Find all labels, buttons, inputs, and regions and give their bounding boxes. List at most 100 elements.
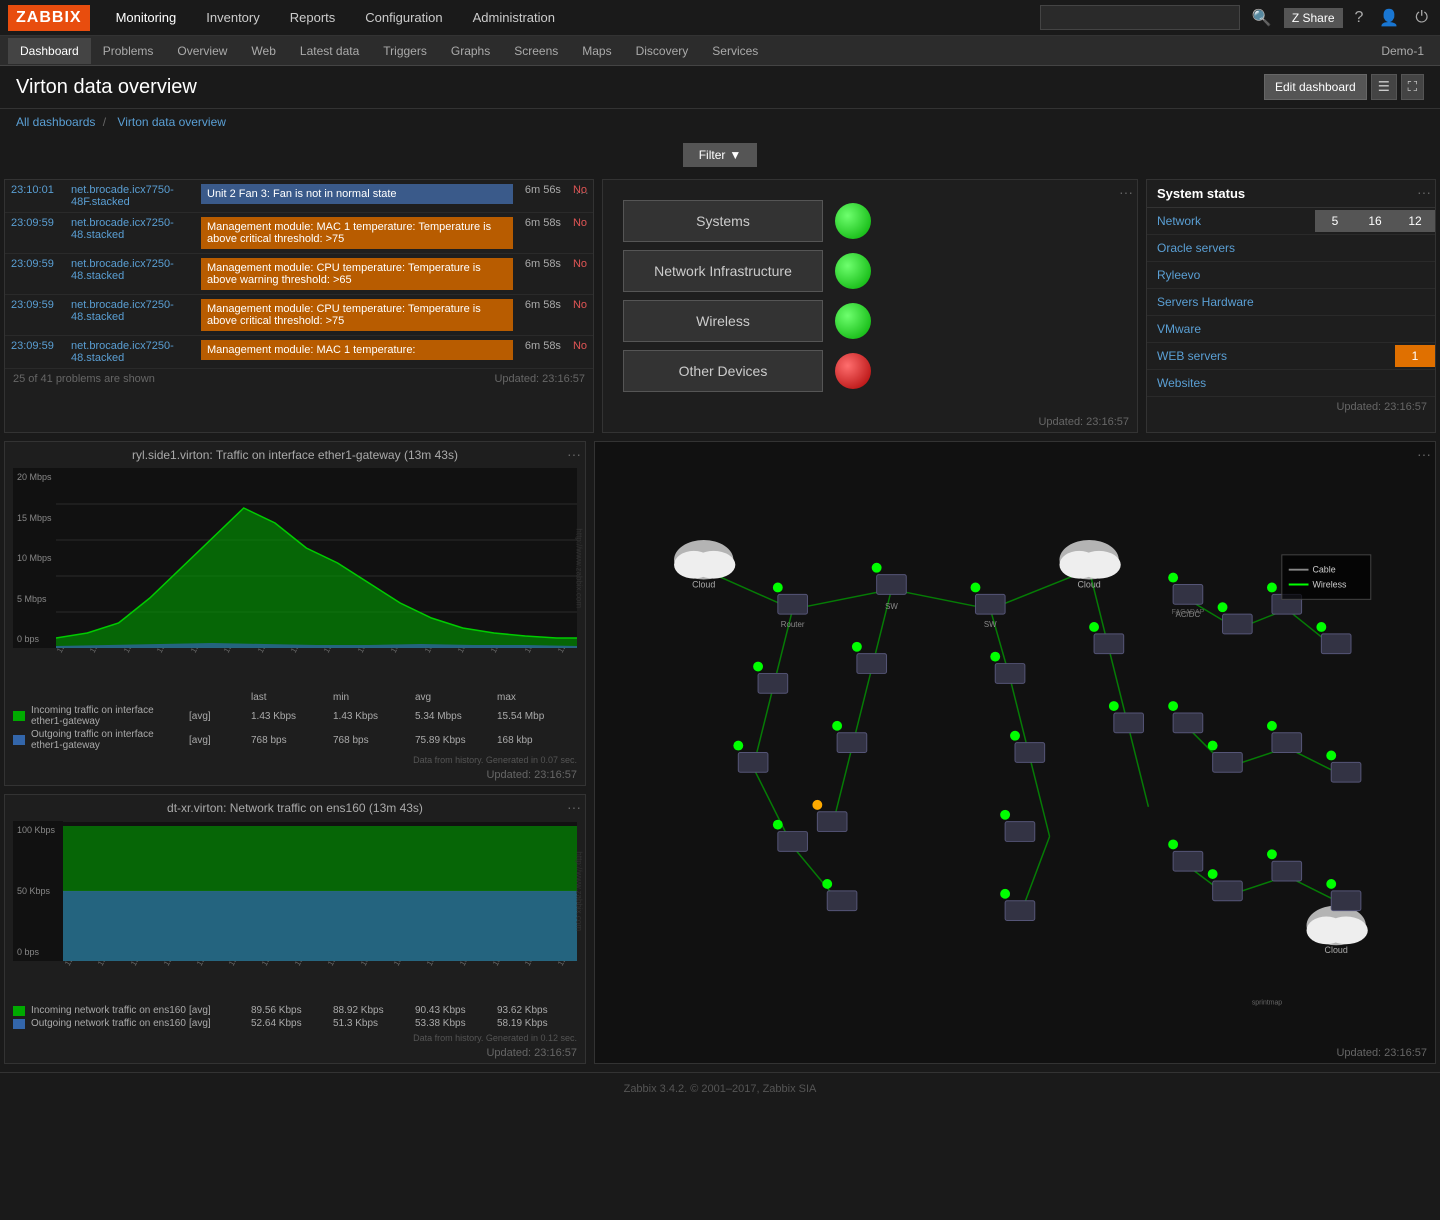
- graph1-area: 20 Mbps 15 Mbps 10 Mbps 5 Mbps 0 bps: [13, 468, 577, 648]
- host-cell[interactable]: net.brocade.icx7250-48.stacked: [65, 295, 195, 336]
- subnav-web[interactable]: Web: [239, 38, 287, 64]
- graph1-svg: [56, 468, 577, 648]
- graph2-legend: Incoming network traffic on ens160 [avg]…: [5, 1001, 585, 1033]
- subnav-discovery[interactable]: Discovery: [624, 38, 701, 64]
- host-cell[interactable]: net.brocade.icx7250-48.stacked: [65, 213, 195, 254]
- status-overview-panel-menu[interactable]: ···: [1119, 184, 1133, 200]
- search-input[interactable]: [1040, 5, 1240, 30]
- status-wireless-button[interactable]: Wireless: [623, 300, 823, 342]
- nav-configuration[interactable]: Configuration: [351, 4, 456, 31]
- netmap-panel-menu[interactable]: ···: [1417, 446, 1431, 462]
- status-network-indicator: [835, 253, 871, 289]
- nav-administration[interactable]: Administration: [459, 4, 569, 31]
- legend-last2: 89.56 Kbps: [251, 1005, 331, 1016]
- duration-cell: 6m 58s: [519, 336, 567, 369]
- search-icon[interactable]: 🔍: [1248, 4, 1276, 32]
- legend-max-out2: 58.19 Kbps: [497, 1018, 577, 1029]
- y-label: 0 bps: [17, 947, 59, 957]
- subnav-screens[interactable]: Screens: [502, 38, 570, 64]
- page-header-actions: Edit dashboard ☰ ⛶: [1264, 74, 1424, 100]
- legend-label: Incoming traffic on interface ether1-gat…: [31, 705, 187, 727]
- network-map-panel: ···: [594, 441, 1436, 1064]
- y-label: 5 Mbps: [17, 594, 52, 604]
- system-status-panel-menu[interactable]: ···: [1417, 184, 1431, 200]
- subnav-dashboard[interactable]: Dashboard: [8, 38, 91, 64]
- legend-type-out2: [avg]: [189, 1018, 249, 1029]
- help-icon[interactable]: ?: [1351, 5, 1368, 31]
- problem-cell: Management module: CPU temperature: Temp…: [201, 299, 513, 331]
- ss-name-servers[interactable]: Servers Hardware: [1147, 289, 1435, 315]
- map-legend: Cable Wireless: [1282, 555, 1371, 599]
- legend-row-incoming: Incoming traffic on interface ether1-gat…: [13, 705, 577, 727]
- problems-updated: Updated: 23:16:57: [486, 369, 593, 389]
- legend-label: Outgoing traffic on interface ether1-gat…: [31, 729, 187, 751]
- svg-text:Router: Router: [781, 620, 805, 629]
- ss-name-vmware[interactable]: VMware: [1147, 316, 1435, 342]
- nav-monitoring[interactable]: Monitoring: [102, 4, 191, 31]
- nav-inventory[interactable]: Inventory: [192, 4, 273, 31]
- host-cell[interactable]: net.brocade.icx7250-48.stacked: [65, 254, 195, 295]
- status-network-button[interactable]: Network Infrastructure: [623, 250, 823, 292]
- fullscreen-button[interactable]: ⛶: [1401, 74, 1424, 100]
- ss-row-servers: Servers Hardware: [1147, 289, 1435, 316]
- power-icon[interactable]: ⏻: [1411, 5, 1432, 31]
- host-cell[interactable]: net.brocade.icx7750-48F.stacked: [65, 180, 195, 213]
- nav-reports[interactable]: Reports: [276, 4, 350, 31]
- svg-text:Cable: Cable: [1312, 565, 1335, 575]
- ss-name-ryleevo[interactable]: Ryleevo: [1147, 262, 1435, 288]
- list-view-button[interactable]: ☰: [1371, 74, 1397, 100]
- breadcrumb-all-dashboards[interactable]: All dashboards: [16, 115, 95, 129]
- status-updated: Updated: 23:16:57: [603, 412, 1137, 432]
- legend-color-blue2: [13, 1019, 25, 1029]
- legend-label2: Incoming network traffic on ens160: [31, 1005, 187, 1016]
- legend-color-blue: [13, 735, 25, 745]
- status-row-other: Other Devices: [623, 350, 1117, 392]
- problems-panel-menu[interactable]: ···: [575, 184, 589, 200]
- duration-cell: 6m 58s: [519, 295, 567, 336]
- bottom-section: ··· ryl.side1.virton: Traffic on interfa…: [0, 437, 1440, 1068]
- ss-name-websites[interactable]: Websites: [1147, 370, 1435, 396]
- left-graphs: ··· ryl.side1.virton: Traffic on interfa…: [0, 437, 590, 1068]
- table-row: 23:09:59 net.brocade.icx7250-48.stacked …: [5, 254, 593, 295]
- subnav-problems[interactable]: Problems: [91, 38, 166, 64]
- problem-cell: Management module: MAC 1 temperature:: [201, 340, 513, 360]
- subnav-triggers[interactable]: Triggers: [371, 38, 439, 64]
- graph2-data-note: Data from history. Generated in 0.12 sec…: [5, 1033, 585, 1043]
- watermark2: http://www.zabbix.com: [575, 851, 584, 931]
- y-label: 15 Mbps: [17, 513, 52, 523]
- ack-cell: No: [567, 213, 593, 254]
- subnav-graphs[interactable]: Graphs: [439, 38, 502, 64]
- system-status-panel: ··· System status Network 5 16 12 Oracle…: [1146, 179, 1436, 433]
- subnav-overview[interactable]: Overview: [165, 38, 239, 64]
- legend-max2: 93.62 Kbps: [497, 1005, 577, 1016]
- edit-dashboard-button[interactable]: Edit dashboard: [1264, 74, 1367, 100]
- netmap-updated: Updated: 23:16:57: [1336, 1047, 1427, 1059]
- ss-name-oracle[interactable]: Oracle servers: [1147, 235, 1435, 261]
- share-button[interactable]: Z Share: [1284, 8, 1343, 28]
- graph2-panel-menu[interactable]: ···: [567, 799, 581, 815]
- duration-cell: 6m 58s: [519, 213, 567, 254]
- problems-footer: 25 of 41 problems are shown Updated: 23:…: [5, 369, 593, 389]
- subnav-latest-data[interactable]: Latest data: [288, 38, 371, 64]
- graph2-title: dt-xr.virton: Network traffic on ens160 …: [5, 795, 585, 821]
- graph1-legend-header: last min avg max: [13, 692, 577, 703]
- filter-button[interactable]: Filter ▼: [683, 143, 758, 167]
- graph2-panel: ··· dt-xr.virton: Network traffic on ens…: [4, 794, 586, 1064]
- status-other-button[interactable]: Other Devices: [623, 350, 823, 392]
- host-cell[interactable]: net.brocade.icx7250-48.stacked: [65, 336, 195, 369]
- graph1-panel-menu[interactable]: ···: [567, 446, 581, 462]
- y-label: 20 Mbps: [17, 472, 52, 482]
- legend-avg: 5.34 Mbps: [415, 711, 495, 722]
- ack-cell: No: [567, 336, 593, 369]
- ss-row-oracle: Oracle servers: [1147, 235, 1435, 262]
- ss-name-network[interactable]: Network: [1147, 208, 1315, 234]
- subnav-maps[interactable]: Maps: [570, 38, 623, 64]
- filter-chevron-icon: ▼: [729, 148, 741, 162]
- ss-name-web[interactable]: WEB servers: [1147, 343, 1395, 369]
- subnav-services[interactable]: Services: [700, 38, 770, 64]
- status-systems-button[interactable]: Systems: [623, 200, 823, 242]
- zabbix-logo[interactable]: ZABBIX: [8, 5, 90, 31]
- user-icon[interactable]: 👤: [1375, 4, 1403, 32]
- legend-label-out2: Outgoing network traffic on ens160: [31, 1018, 187, 1029]
- page-header: Virton data overview Edit dashboard ☰ ⛶: [0, 66, 1440, 109]
